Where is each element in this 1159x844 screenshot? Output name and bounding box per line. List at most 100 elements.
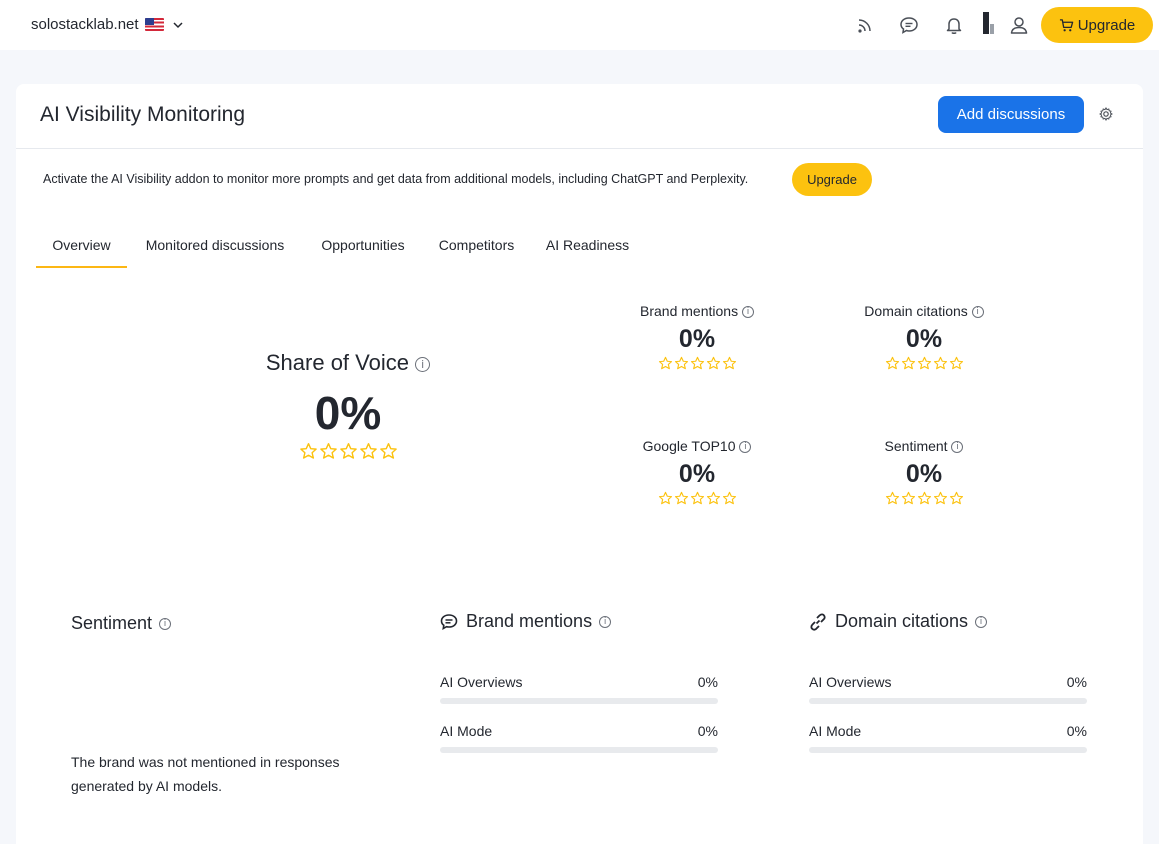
info-icon[interactable]: i (971, 306, 984, 319)
star-icon (885, 356, 899, 370)
row-value: 0% (697, 723, 718, 739)
domain-name: solostacklab.net (31, 16, 139, 33)
star-rating (597, 491, 797, 506)
metric-sentiment: Sentiment i 0% (824, 438, 1024, 506)
sentiment-title: Sentiment (71, 613, 153, 633)
star-icon (674, 491, 688, 505)
star-icon (885, 491, 899, 505)
info-icon[interactable]: i (951, 441, 964, 454)
star-icon (690, 491, 704, 505)
notice-upgrade-button[interactable]: Upgrade (792, 163, 872, 196)
star-icon (379, 442, 397, 459)
metric-domain-citations: Domain citations i 0% (824, 303, 1024, 371)
add-discussions-button[interactable]: Add discussions (938, 96, 1084, 133)
metric-value: 0% (905, 460, 943, 488)
chat-icon[interactable] (898, 14, 920, 36)
star-icon (674, 356, 688, 370)
tab-opportunities[interactable]: Opportunities (317, 228, 409, 268)
domain-citations-ai-overviews: AI Overviews 0% (809, 674, 1087, 704)
brand-mentions-ai-overviews: AI Overviews 0% (440, 674, 718, 704)
bell-icon[interactable] (943, 14, 965, 36)
row-label: AI Overviews (809, 674, 892, 690)
progress-track (440, 747, 718, 753)
tab-overview[interactable]: Overview (36, 228, 127, 268)
tab-ai-readiness[interactable]: AI Readiness (544, 228, 631, 268)
page-title: AI Visibility Monitoring (40, 103, 246, 126)
link-icon (810, 612, 826, 631)
progress-track (809, 747, 1087, 753)
row-value: 0% (1066, 674, 1087, 690)
card-header: AI Visibility Monitoring Add discussions (16, 84, 1143, 149)
star-icon (933, 491, 947, 505)
cart-icon (1059, 18, 1073, 31)
info-icon[interactable]: i (741, 306, 754, 319)
share-of-voice: Share of Voice i 0% (216, 350, 480, 461)
info-icon[interactable]: i (159, 617, 172, 630)
star-icon (901, 491, 915, 505)
share-of-voice-value: 0% (314, 387, 382, 439)
sentiment-empty-message: The brand was not mentioned in responses… (71, 754, 340, 794)
metric-google-top10: Google TOP10 i 0% (597, 438, 797, 506)
domain-citations-ai-mode: AI Mode 0% (809, 723, 1087, 753)
us-flag-icon (144, 18, 164, 31)
metric-brand-mentions: Brand mentions i 0% (597, 303, 797, 371)
top-bar: solostacklab.net Upgrade (0, 0, 1159, 50)
brand-logo-icon[interactable] (980, 12, 998, 34)
info-icon[interactable]: i (415, 356, 431, 372)
star-icon (917, 356, 931, 370)
ai-visibility-card: AI Visibility Monitoring Add discussions… (16, 84, 1143, 844)
star-rating (824, 491, 1024, 506)
star-icon (319, 442, 337, 459)
star-icon (706, 491, 720, 505)
row-label: AI Overviews (440, 674, 523, 690)
metric-label: Domain citations (864, 303, 968, 319)
row-label: AI Mode (440, 723, 493, 739)
brand-mentions-section-title: Brand mentions i (439, 611, 612, 632)
rss-icon[interactable] (854, 14, 876, 36)
star-icon (658, 356, 672, 370)
chevron-down-icon (173, 21, 183, 28)
upgrade-button[interactable]: Upgrade (1041, 7, 1153, 43)
progress-track (440, 698, 718, 704)
star-icon (299, 442, 317, 459)
info-icon[interactable]: i (739, 441, 752, 454)
star-rating (597, 356, 797, 371)
star-icon (949, 491, 963, 505)
progress-track (809, 698, 1087, 704)
star-icon (949, 356, 963, 370)
row-value: 0% (1066, 723, 1087, 739)
tab-competitors[interactable]: Competitors (435, 228, 518, 268)
star-icon (722, 356, 736, 370)
metric-value: 0% (678, 325, 716, 353)
row-label: AI Mode (809, 723, 862, 739)
tab-monitored-discussions[interactable]: Monitored discussions (140, 228, 290, 268)
metric-label: Google TOP10 (642, 438, 736, 454)
star-rating (824, 356, 1024, 371)
star-icon (690, 356, 704, 370)
info-icon[interactable]: i (599, 615, 612, 628)
share-of-voice-label: Share of Voice (265, 350, 409, 375)
star-icon (339, 442, 357, 459)
addon-notice: Activate the AI Visibility addon to moni… (43, 172, 749, 186)
star-icon (359, 442, 377, 459)
brand-mentions-ai-mode: AI Mode 0% (440, 723, 718, 753)
gear-icon[interactable] (1099, 107, 1113, 121)
brand-mentions-title: Brand mentions (466, 611, 593, 631)
info-icon[interactable]: i (975, 615, 988, 628)
star-icon (706, 356, 720, 370)
domain-citations-title: Domain citations (835, 611, 969, 631)
chat-icon (440, 613, 458, 630)
metric-value: 0% (678, 460, 716, 488)
star-rating (216, 442, 480, 461)
metric-label: Sentiment (884, 438, 948, 454)
domain-citations-section-title: Domain citations i (808, 611, 988, 632)
row-value: 0% (697, 674, 718, 690)
star-icon (722, 491, 736, 505)
star-icon (901, 356, 915, 370)
metric-label: Brand mentions (640, 303, 739, 319)
sentiment-section-title: Sentiment i (71, 613, 172, 634)
user-icon[interactable] (1008, 14, 1030, 36)
domain-selector[interactable]: solostacklab.net (31, 16, 183, 33)
star-icon (658, 491, 672, 505)
star-icon (917, 491, 931, 505)
